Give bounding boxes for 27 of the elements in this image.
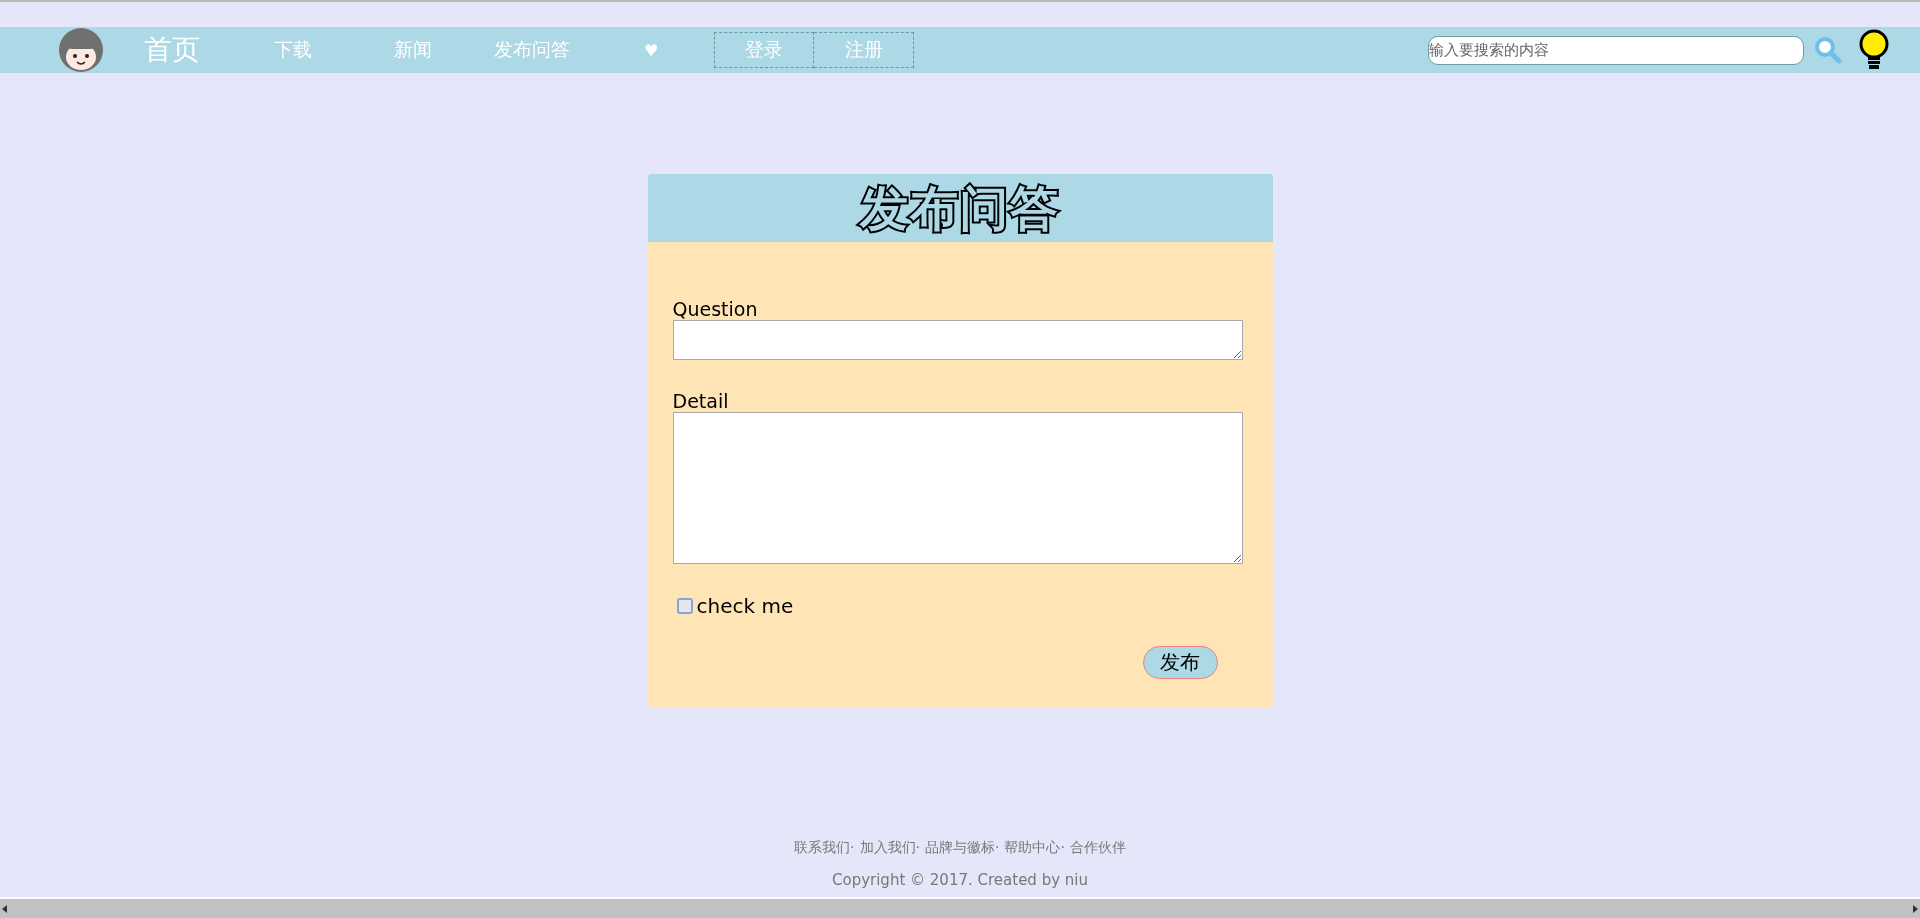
copyright-text: Copyright © 2017. Created by niu [832,871,1088,889]
nav-link[interactable]: 发布问答 [494,37,644,63]
checkbox[interactable] [676,598,693,614]
avatar-icon [58,27,104,73]
footer-link[interactable]: 合作伙伴 [1069,839,1126,857]
home-link[interactable]: 首页 [144,31,200,69]
nav-link[interactable]: 下载 [274,37,394,63]
search-field[interactable]: 输入要搜索的内容 [1428,35,1804,65]
footer-link[interactable]: 加入我们· [859,839,920,857]
nav-link[interactable]: 新闻 [394,37,494,63]
footer-link[interactable]: 帮助中心· [1004,839,1065,857]
field-label: Detail [672,390,730,412]
footer-link[interactable]: 联系我们· [794,839,855,857]
form-title: 发布问答 [852,176,1068,240]
footer-link[interactable]: 品牌与徽标· [925,839,1000,857]
auth-link[interactable]: 登录 [714,32,814,68]
scroll-left-icon[interactable] [0,903,10,914]
search-icon[interactable] [1814,36,1842,64]
field-label: Question [672,298,759,320]
scroll-right-icon[interactable] [1910,903,1920,914]
auth-link[interactable]: 注册 [814,32,914,68]
question-field[interactable] [672,320,1243,360]
detail-field[interactable] [672,412,1243,564]
lightbulb-icon[interactable] [1858,29,1890,71]
checkbox-label: check me [696,594,794,618]
heart-icon[interactable]: ♥ [644,40,704,60]
submit-button[interactable]: 发布 [1142,646,1218,679]
